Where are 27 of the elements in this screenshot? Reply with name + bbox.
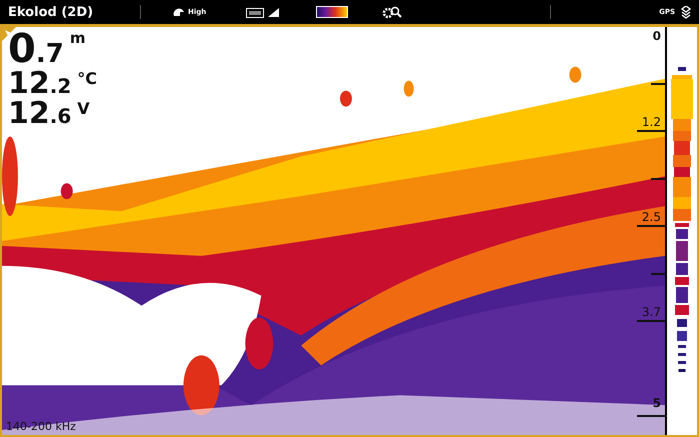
readout-decimal: .6: [50, 106, 72, 126]
layers-icon[interactable]: [681, 6, 691, 18]
depth-label: 1.2: [642, 115, 661, 129]
readout-decimal: .2: [50, 76, 72, 96]
readout-unit: °C: [77, 71, 98, 87]
readout-value: 12: [8, 69, 50, 99]
frequency-label: 140-200 kHz: [6, 420, 76, 433]
sensitivity-icon[interactable]: [173, 7, 185, 17]
scale-tick: [651, 272, 665, 274]
display-icon[interactable]: [246, 6, 280, 18]
scale-tick: [651, 82, 665, 84]
readout-decimal: .7: [36, 41, 64, 67]
scale-tick: [637, 225, 665, 227]
readout-unit: m: [70, 31, 86, 46]
scale-tick: [637, 320, 665, 322]
screen-title: Ekolod (2D): [8, 4, 94, 20]
settings-search-icon[interactable]: [382, 5, 402, 19]
readout-value: 0: [8, 29, 36, 69]
depth-label: 0: [652, 29, 661, 43]
depth-label: 3.7: [642, 305, 661, 319]
scale-tick: [637, 415, 665, 417]
readout-value: 12: [8, 99, 50, 129]
scale-tick: [637, 130, 665, 132]
readout-unit: V: [77, 101, 90, 117]
color-palette-icon[interactable]: [316, 6, 348, 18]
depth-label: 2.5: [642, 210, 661, 224]
scale-tick: [651, 178, 665, 180]
